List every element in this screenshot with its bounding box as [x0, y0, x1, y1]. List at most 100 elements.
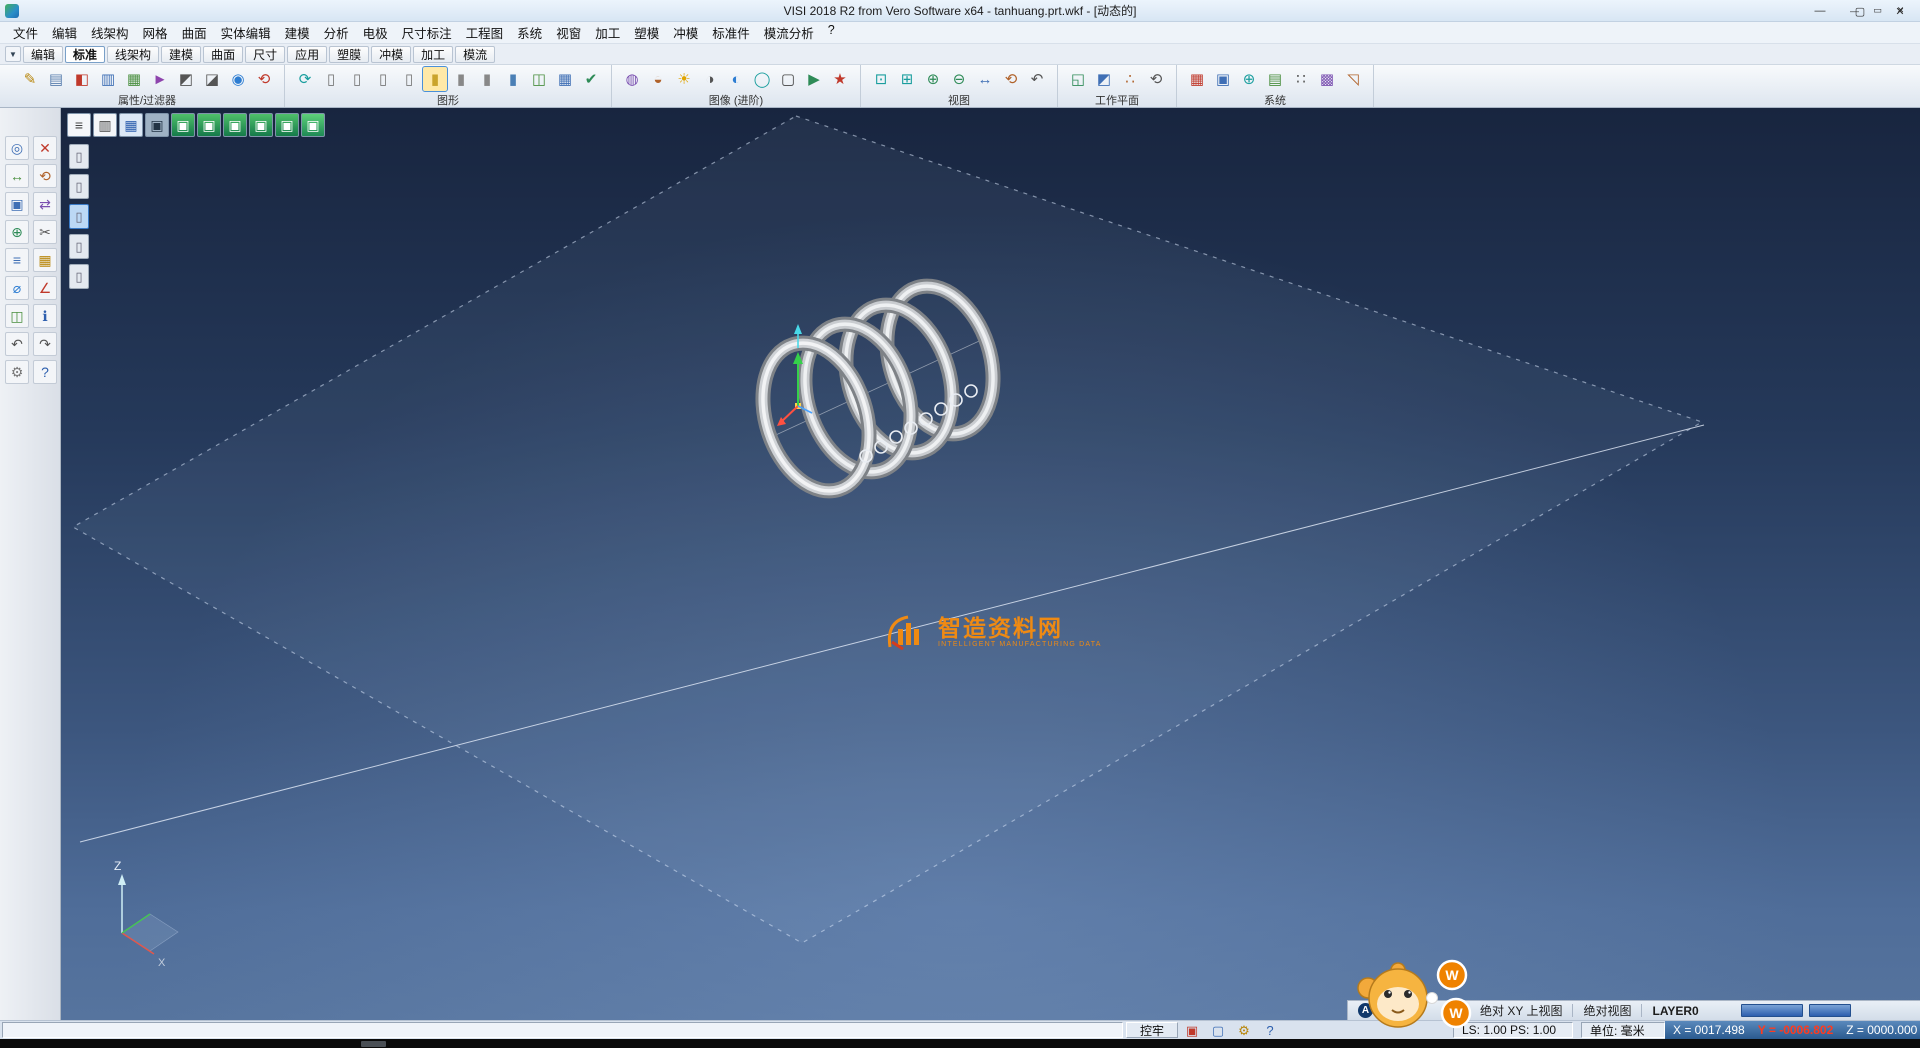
- zoom-out-icon[interactable]: ⊖: [947, 67, 971, 91]
- dynamic-view-icon[interactable]: ▣: [301, 113, 325, 137]
- angle-icon[interactable]: ∠: [33, 276, 57, 300]
- trim-icon[interactable]: ✂: [33, 220, 57, 244]
- active-layer-label[interactable]: LAYER0: [1652, 1004, 1698, 1018]
- tab-application[interactable]: 应用: [287, 46, 327, 63]
- zoom-in-icon[interactable]: ⊕: [921, 67, 945, 91]
- rotate-icon[interactable]: ⟲: [33, 164, 57, 188]
- tab-mold[interactable]: 塑膜: [329, 46, 369, 63]
- view-cube-dark-icon[interactable]: ▣: [145, 113, 169, 137]
- visibility-filter-icon[interactable]: ◉: [226, 67, 250, 91]
- workplane-3pt-icon[interactable]: ∴: [1118, 67, 1142, 91]
- pan-view-icon[interactable]: ↔: [973, 67, 997, 91]
- shadows-icon[interactable]: ◑: [698, 67, 722, 91]
- dashed-hidden-view-icon[interactable]: ▯: [371, 67, 395, 91]
- previous-view-icon[interactable]: ↶: [1025, 67, 1049, 91]
- textured-view-icon[interactable]: ▮: [475, 67, 499, 91]
- rotate-view-icon[interactable]: ⟲: [999, 67, 1023, 91]
- color-palette-icon[interactable]: ▦: [1185, 67, 1209, 91]
- layer-filter-icon[interactable]: ▥: [96, 67, 120, 91]
- child-close-button[interactable]: ✕: [1893, 3, 1908, 18]
- tab-modeling[interactable]: 建模: [161, 46, 201, 63]
- shade-grid-icon[interactable]: ▦: [553, 67, 577, 91]
- perspective-icon[interactable]: ◹: [1341, 67, 1365, 91]
- top-view-icon[interactable]: ▣: [197, 113, 221, 137]
- mirror-icon[interactable]: ⇄: [33, 192, 57, 216]
- environment-icon[interactable]: ◯: [750, 67, 774, 91]
- taskbar-item[interactable]: [361, 1041, 386, 1047]
- menu-item[interactable]: 工程图: [459, 21, 511, 44]
- ghost-view-icon[interactable]: ▯: [397, 67, 421, 91]
- camera-icon[interactable]: ▢: [776, 67, 800, 91]
- select-icon[interactable]: ◎: [5, 136, 29, 160]
- menu-item[interactable]: 系统: [510, 21, 549, 44]
- tab-dimension[interactable]: 尺寸: [245, 46, 285, 63]
- menu-item[interactable]: 视窗: [549, 21, 588, 44]
- active-view-label[interactable]: 绝对 XY 上视图: [1480, 1002, 1562, 1019]
- group-icon[interactable]: ◫: [5, 304, 29, 328]
- display-cylinder-4-icon[interactable]: ▯: [69, 234, 89, 259]
- menu-item[interactable]: 建模: [278, 21, 317, 44]
- reflections-icon[interactable]: ◐: [724, 67, 748, 91]
- os-taskbar[interactable]: [0, 1039, 1920, 1048]
- measure-icon[interactable]: ⌀: [5, 276, 29, 300]
- matrix-icon[interactable]: ▩: [1315, 67, 1339, 91]
- globe-icon[interactable]: ⊕: [1237, 67, 1261, 91]
- zoom-fit-icon[interactable]: ⊡: [869, 67, 893, 91]
- info-icon[interactable]: ℹ: [33, 304, 57, 328]
- move-icon[interactable]: ↔: [5, 164, 29, 188]
- minimize-button[interactable]: —: [1800, 0, 1840, 22]
- display-cylinder-5-icon[interactable]: ▯: [69, 264, 89, 289]
- section-view-icon[interactable]: ◫: [527, 67, 551, 91]
- advanced-render-icon[interactable]: ◍: [620, 67, 644, 91]
- animation-icon[interactable]: ▶: [802, 67, 826, 91]
- tab-die[interactable]: 冲模: [371, 46, 411, 63]
- iso-view-icon[interactable]: ▣: [171, 113, 195, 137]
- display-cylinder-3-icon[interactable]: ▯: [69, 204, 89, 229]
- rendered-view-icon[interactable]: ▮: [449, 67, 473, 91]
- layers-icon[interactable]: ▤: [1263, 67, 1287, 91]
- copy-icon[interactable]: ▣: [5, 192, 29, 216]
- tab-dropdown-icon[interactable]: ▼: [5, 46, 21, 62]
- wireframe-view-icon[interactable]: ▯: [319, 67, 343, 91]
- attribute-edit-icon[interactable]: ✎: [18, 67, 42, 91]
- view-list-icon[interactable]: ≡: [67, 113, 91, 137]
- color-filter-icon[interactable]: ◧: [70, 67, 94, 91]
- view-window-icon[interactable]: ▥: [93, 113, 117, 137]
- snap-lock-button[interactable]: 控牢: [1126, 1022, 1178, 1038]
- menu-item[interactable]: 冲模: [666, 21, 705, 44]
- tab-machining[interactable]: 加工: [413, 46, 453, 63]
- menu-item[interactable]: 文件: [6, 21, 45, 44]
- child-restore-button[interactable]: ▭: [1870, 3, 1885, 18]
- undo-icon[interactable]: ↶: [5, 332, 29, 356]
- menu-item[interactable]: 分析: [317, 21, 356, 44]
- menu-item[interactable]: 加工: [588, 21, 627, 44]
- workplane-align-icon[interactable]: ◩: [1092, 67, 1116, 91]
- type-filter-icon[interactable]: ▦: [122, 67, 146, 91]
- menu-item[interactable]: 电极: [356, 21, 395, 44]
- display-cylinder-2-icon[interactable]: ▯: [69, 174, 89, 199]
- offset-icon[interactable]: ≡: [5, 248, 29, 272]
- materials-icon[interactable]: ◒: [646, 67, 670, 91]
- workplane-icon[interactable]: ◱: [1066, 67, 1090, 91]
- scale-icon[interactable]: ⊕: [5, 220, 29, 244]
- workplane-reset-icon[interactable]: ⟲: [1144, 67, 1168, 91]
- menu-item[interactable]: 尺寸标注: [395, 21, 459, 44]
- viewport[interactable]: Z X 智造资料网 INTELLIGENT MANUFACTURING DATA: [0, 108, 1920, 1020]
- display-cylinder-1-icon[interactable]: ▯: [69, 144, 89, 169]
- tab-standard[interactable]: 标准: [65, 46, 105, 63]
- attribute-copy-icon[interactable]: ▤: [44, 67, 68, 91]
- menu-item[interactable]: 编辑: [45, 21, 84, 44]
- quick-select-icon[interactable]: ►: [148, 67, 172, 91]
- front-view-icon[interactable]: ▣: [223, 113, 247, 137]
- mask-add-icon[interactable]: ◩: [174, 67, 198, 91]
- right-view-icon[interactable]: ▣: [249, 113, 273, 137]
- snapshot-icon[interactable]: ★: [828, 67, 852, 91]
- tab-wireframe[interactable]: 线架构: [107, 46, 159, 63]
- tab-edit[interactable]: 编辑: [23, 46, 63, 63]
- menu-item[interactable]: 实体编辑: [214, 21, 278, 44]
- menu-item[interactable]: 标准件: [705, 21, 757, 44]
- erase-icon[interactable]: ✕: [33, 136, 57, 160]
- snap-settings-icon[interactable]: ∷: [1289, 67, 1313, 91]
- analysis-view-icon[interactable]: ▮: [501, 67, 525, 91]
- mask-remove-icon[interactable]: ◪: [200, 67, 224, 91]
